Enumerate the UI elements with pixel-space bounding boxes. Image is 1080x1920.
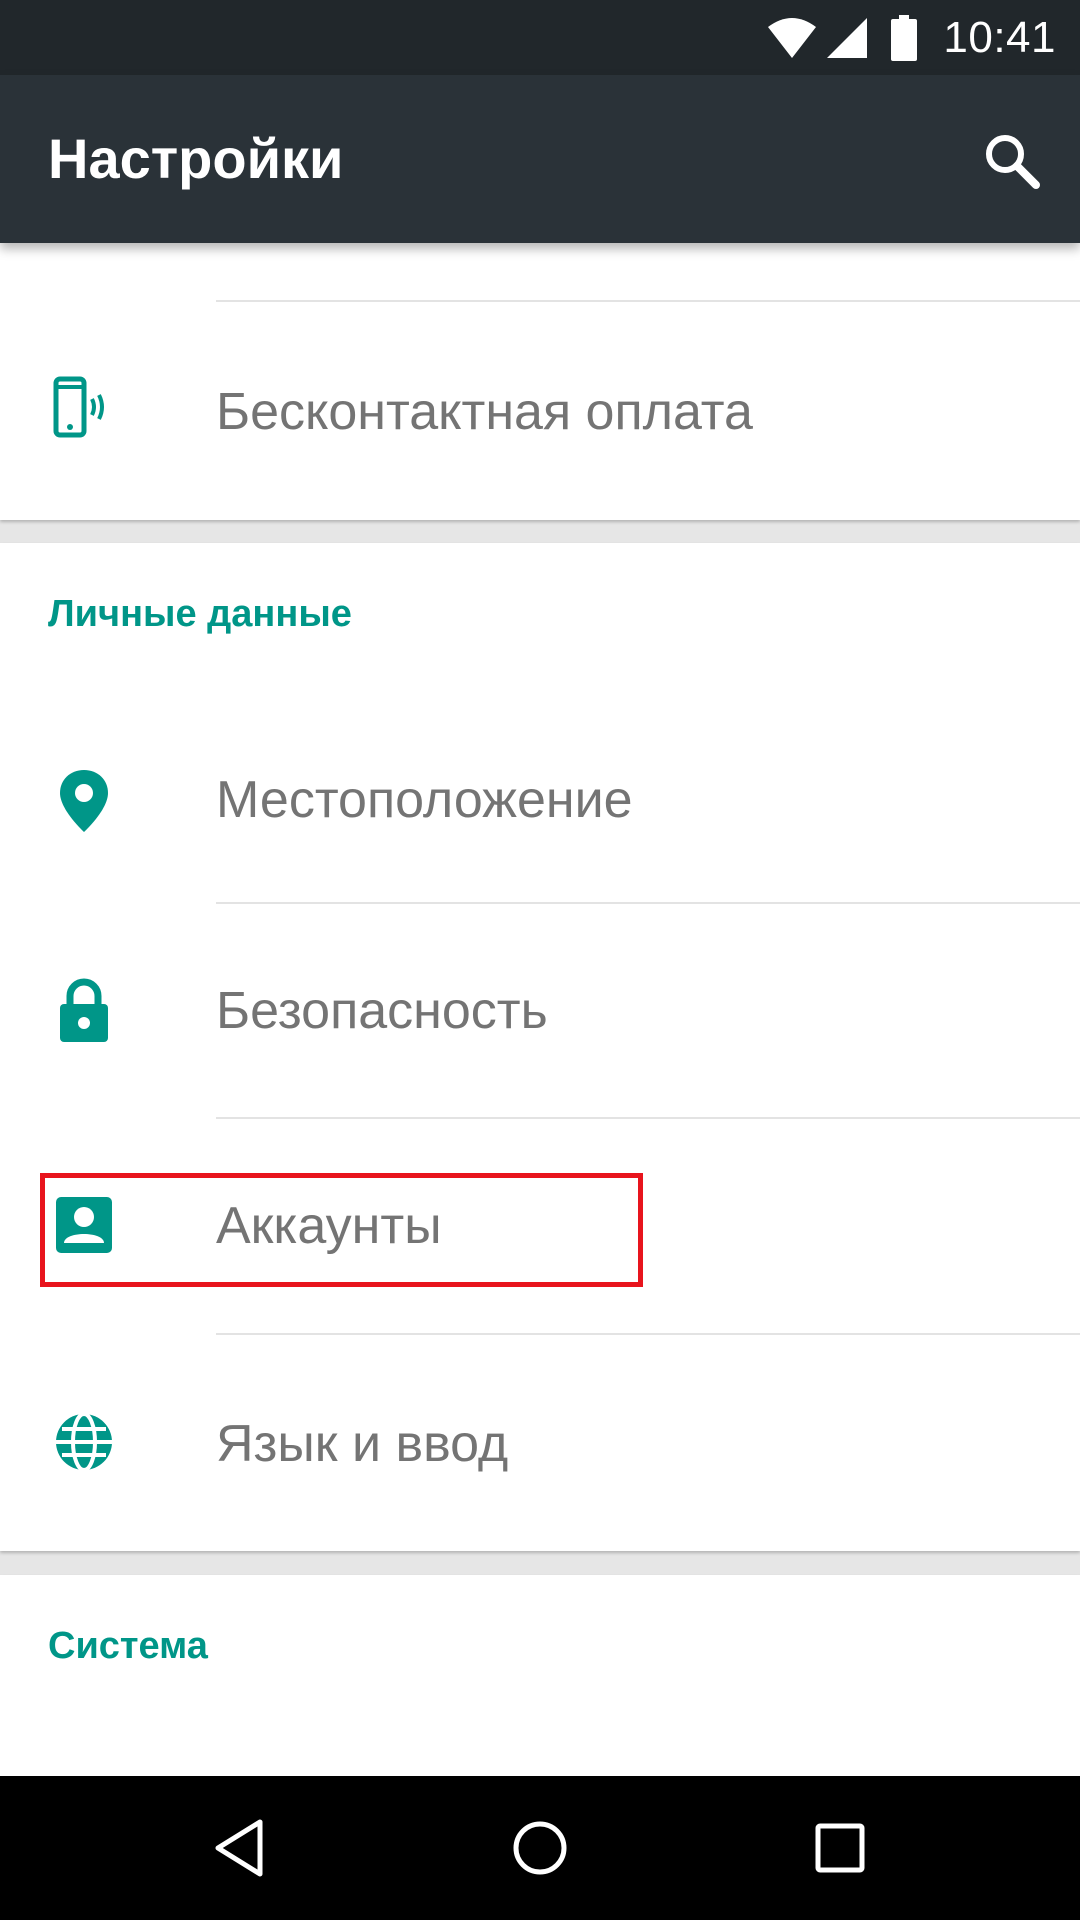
personal-section-card: Личные данные Местоположение Безопасност… [0, 543, 1080, 1551]
status-time: 10:41 [943, 12, 1056, 62]
home-button[interactable] [504, 1812, 576, 1884]
wifi-icon [767, 16, 817, 60]
settings-item-label: Безопасность [216, 982, 548, 1040]
settings-item-label: Язык и ввод [216, 1415, 509, 1473]
settings-item-language-input[interactable]: Язык и ввод [0, 1335, 1080, 1551]
top-settings-card: Бесконтактная оплата [0, 243, 1080, 520]
settings-item-label: Местоположение [216, 771, 633, 829]
navigation-bar [0, 1776, 1080, 1920]
section-header-system: Система [48, 1625, 208, 1667]
cellular-signal-icon [825, 16, 869, 60]
nfc-payment-icon [48, 375, 120, 447]
section-header-personal: Личные данные [48, 593, 352, 635]
status-icons: 10:41 [767, 0, 1056, 75]
location-pin-icon [48, 764, 120, 836]
settings-item-nfc-payment[interactable]: Бесконтактная оплата [0, 302, 1080, 520]
home-icon [513, 1821, 567, 1875]
system-section-card: Система [0, 1575, 1080, 1776]
battery-icon [891, 14, 918, 61]
settings-item-security[interactable]: Безопасность [0, 904, 1080, 1118]
recents-icon [815, 1823, 865, 1873]
globe-icon [48, 1406, 120, 1478]
status-bar: 10:41 [0, 0, 1080, 75]
highlight-box [40, 1173, 643, 1287]
recents-button[interactable] [804, 1812, 876, 1884]
app-bar: Настройки [0, 75, 1080, 243]
settings-item-location[interactable]: Местоположение [0, 697, 1080, 903]
back-icon [215, 1819, 263, 1877]
search-icon [986, 135, 1040, 189]
back-button[interactable] [204, 1812, 276, 1884]
page-title: Настройки [48, 127, 344, 190]
search-button[interactable] [980, 129, 1044, 193]
settings-item-label: Бесконтактная оплата [216, 383, 753, 441]
lock-icon [48, 974, 120, 1046]
